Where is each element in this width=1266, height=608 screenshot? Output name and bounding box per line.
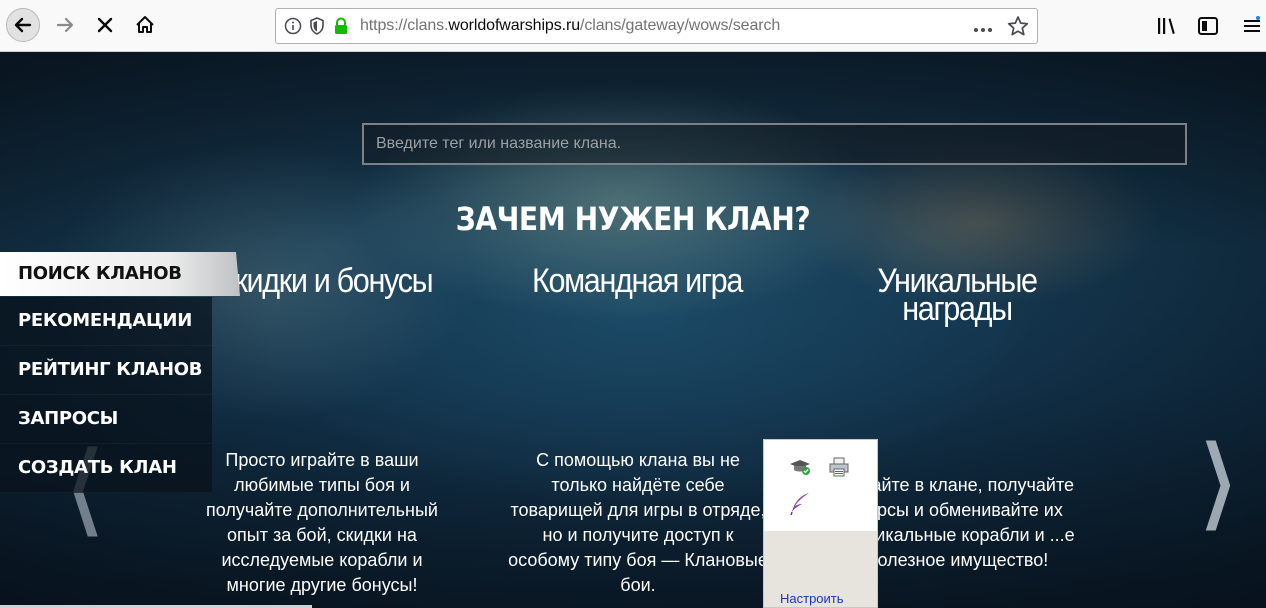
feature-title-discounts: Скидки и бонусы [213, 262, 434, 300]
forward-button[interactable] [48, 8, 82, 42]
home-button[interactable] [128, 8, 162, 42]
clan-search[interactable] [362, 123, 1187, 165]
page-heading: ЗАЧЕМ НУЖЕН КЛАН? [455, 200, 811, 238]
panel-footer: Настроить [764, 531, 877, 607]
feature-text-discounts: Просто играйте в ваши любимые типы боя и… [205, 450, 438, 595]
lock-icon[interactable] [330, 15, 352, 37]
customize-link[interactable]: Настроить [780, 591, 844, 606]
side-navigation: ПОИСК КЛАНОВ РЕКОМЕНДАЦИИ РЕЙТИНГ КЛАНОВ… [0, 252, 240, 493]
library-icon[interactable] [1155, 14, 1179, 38]
browser-toolbar: https://clans.worldofwarships.ru/clans/g… [0, 0, 1266, 52]
nav-item-recommendations[interactable]: РЕКОМЕНДАЦИИ [0, 297, 212, 346]
nav-item-clan-search[interactable]: ПОИСК КЛАНОВ [0, 252, 240, 296]
sidebar-icon[interactable] [1196, 14, 1220, 38]
carousel-next-arrow[interactable]: ❯ [1199, 434, 1237, 524]
back-button[interactable] [6, 8, 40, 42]
feature-title-teamplay: Командная игра [531, 262, 743, 300]
star-icon[interactable] [1007, 15, 1029, 42]
info-icon[interactable] [282, 15, 304, 37]
clan-search-input[interactable] [364, 125, 1185, 163]
graduation-cap-extension-icon[interactable] [789, 457, 813, 482]
url-bar[interactable]: https://clans.worldofwarships.ru/clans/g… [275, 8, 1038, 44]
printer-extension-icon[interactable] [828, 456, 850, 483]
nav-item-clan-rating[interactable]: РЕЙТИНГ КЛАНОВ [0, 346, 212, 395]
stop-button[interactable] [88, 8, 122, 42]
ellipsis-icon[interactable] [973, 20, 993, 38]
quill-extension-icon[interactable] [789, 492, 811, 521]
nav-item-create-clan[interactable]: СОЗДАТЬ КЛАН [0, 444, 212, 493]
close-icon [97, 17, 113, 33]
menu-icon[interactable] [1240, 14, 1264, 38]
feature-text-teamplay: С помощью клана вы не только найдёте себ… [508, 450, 768, 595]
feature-title-rewards: Уникальные награды [877, 262, 1038, 328]
page-content: ЗАЧЕМ НУЖЕН КЛАН? ПОИСК КЛАНОВ РЕКОМЕНДА… [0, 52, 1266, 608]
nav-item-requests[interactable]: ЗАПРОСЫ [0, 395, 212, 444]
home-icon [136, 16, 154, 33]
arrow-right-icon [56, 17, 74, 33]
tracking-shield-icon[interactable] [306, 15, 328, 37]
arrow-left-icon [14, 17, 32, 33]
extensions-overflow-panel: Настроить [763, 439, 878, 608]
url-text: https://clans.worldofwarships.ru/clans/g… [360, 17, 781, 34]
